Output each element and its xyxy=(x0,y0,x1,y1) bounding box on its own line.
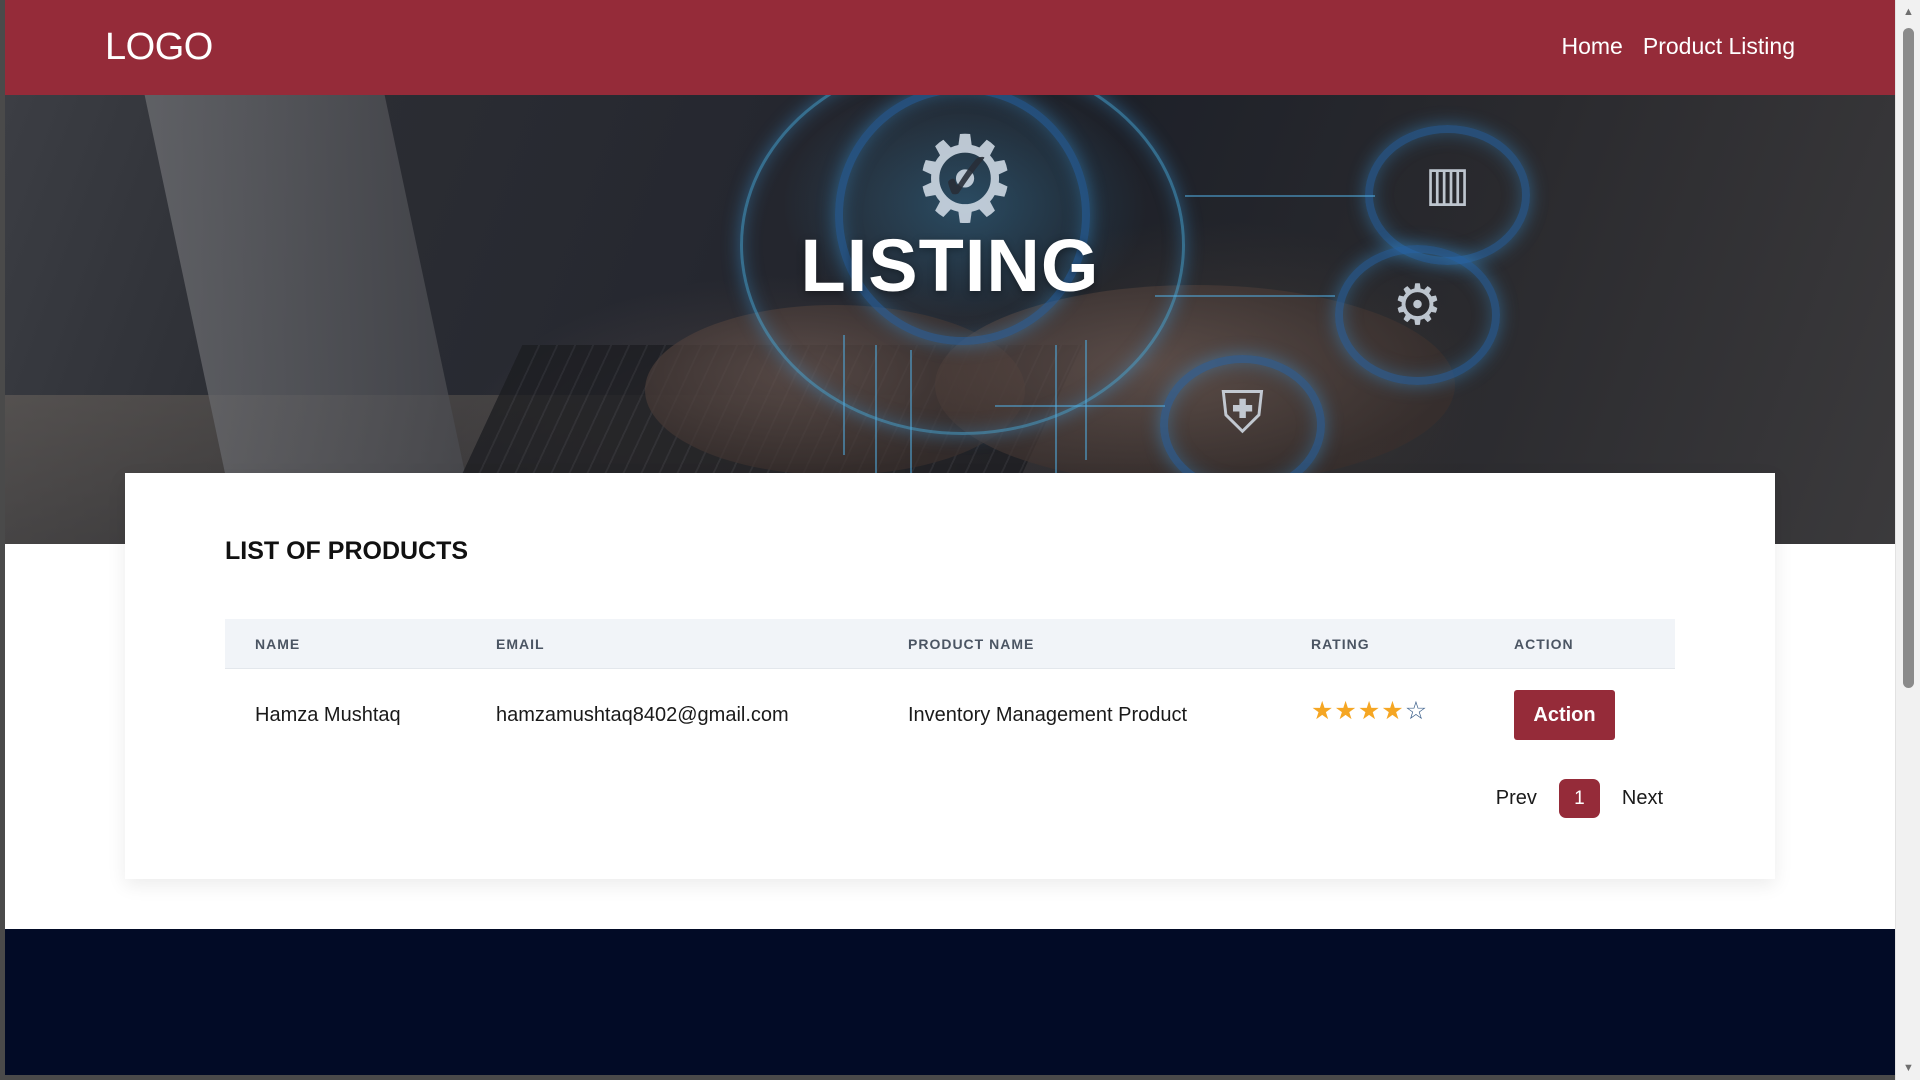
nav-home-link[interactable]: Home xyxy=(1562,33,1623,60)
products-heading: LIST OF PRODUCTS xyxy=(225,537,469,565)
check-icon: ✓ xyxy=(937,138,997,216)
star-empty-icon: ☆ xyxy=(1404,696,1428,725)
star-filled-icon: ★ xyxy=(1311,696,1334,725)
circuit-line xyxy=(875,345,877,475)
scroll-down-arrow-icon[interactable]: ▼ xyxy=(1896,1058,1920,1078)
circuit-line xyxy=(910,350,912,490)
action-button[interactable]: Action xyxy=(1514,690,1615,740)
nav-product-listing-link[interactable]: Product Listing xyxy=(1643,33,1795,60)
page-1-button[interactable]: 1 xyxy=(1558,779,1600,818)
circuit-line xyxy=(843,335,845,455)
star-filled-icon: ★ xyxy=(1381,696,1404,725)
column-header-rating: RATING xyxy=(1311,635,1370,652)
column-header-email: EMAIL xyxy=(496,635,545,652)
star-filled-icon: ★ xyxy=(1357,696,1381,725)
scroll-up-arrow-icon[interactable]: ▲ xyxy=(1896,2,1920,22)
nav-links: Home Product Listing xyxy=(1562,33,1796,60)
hero-title: LISTING xyxy=(800,224,1100,307)
scrollbar-thumb[interactable] xyxy=(1903,28,1914,688)
table-row: Hamza Mushtaq hamzamushtaq8402@gmail.com… xyxy=(225,669,1675,761)
cell-email: hamzamushtaq8402@gmail.com xyxy=(496,703,789,726)
page: LOGO Home Product Listing ⚙ ✓ ▥ ⚙ ⛨ LIST… xyxy=(5,0,1895,1075)
next-page-button[interactable]: Next xyxy=(1622,787,1663,810)
navbar: LOGO Home Product Listing xyxy=(5,0,1895,95)
vertical-scrollbar[interactable]: ▲ ▼ xyxy=(1895,0,1920,1080)
circuit-line xyxy=(1055,345,1057,475)
cell-action: Action xyxy=(1484,690,1675,740)
shield-check-icon: ⛨ xyxy=(1220,380,1265,445)
bar-chart-icon: ▥ xyxy=(1424,158,1471,211)
cell-name: Hamza Mushtaq xyxy=(255,703,401,726)
star-filled-icon: ★ xyxy=(1334,696,1357,725)
circuit-line xyxy=(995,405,1165,407)
products-table: NAME EMAIL PRODUCT NAME RATING ACTION Ha… xyxy=(225,619,1675,761)
circuit-line xyxy=(1185,195,1375,197)
column-header-name: NAME xyxy=(255,635,301,652)
column-header-action: ACTION xyxy=(1514,635,1574,652)
prev-page-button[interactable]: Prev xyxy=(1496,787,1537,810)
table-header: NAME EMAIL PRODUCT NAME RATING ACTION xyxy=(225,619,1675,669)
column-header-product-name: PRODUCT NAME xyxy=(908,635,1035,652)
footer xyxy=(5,929,1895,1075)
pagination: Prev 1 Next xyxy=(1496,779,1663,818)
cell-product-name: Inventory Management Product xyxy=(908,703,1188,726)
logo[interactable]: LOGO xyxy=(105,26,213,69)
products-card: LIST OF PRODUCTS NAME EMAIL PRODUCT NAME… xyxy=(125,473,1775,879)
cell-rating: ★ ★ ★ ★ ☆ xyxy=(1281,698,1484,724)
star-rating: ★ ★ ★ ★ ☆ xyxy=(1311,696,1484,725)
circuit-line xyxy=(1085,340,1087,460)
